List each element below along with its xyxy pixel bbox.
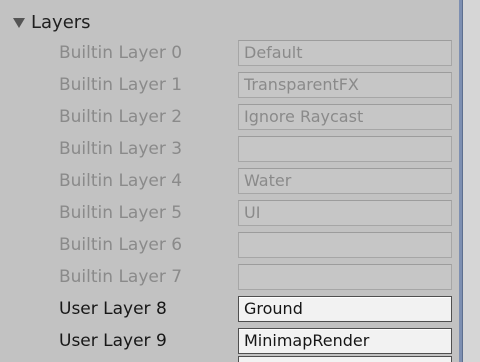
layer-label: Builtin Layer 3 — [59, 139, 183, 159]
layer-name-field: Ignore Raycast — [238, 104, 452, 130]
layer-name-field: TransparentFX — [238, 72, 452, 98]
layer-row-builtin-2: Builtin Layer 2 Ignore Raycast — [0, 102, 462, 134]
layer-name-field: Water — [238, 168, 452, 194]
layer-row-builtin-1: Builtin Layer 1 TransparentFX — [0, 70, 462, 102]
layer-row-builtin-4: Builtin Layer 4 Water — [0, 166, 462, 198]
layer-label: Builtin Layer 7 — [59, 267, 183, 287]
layer-label: Builtin Layer 5 — [59, 203, 183, 223]
layer-row-user-9: User Layer 9 MinimapRender — [0, 326, 462, 358]
layer-label: Builtin Layer 0 — [59, 43, 183, 63]
layer-row-builtin-5: Builtin Layer 5 UI — [0, 198, 462, 230]
layer-label: User Layer 8 — [59, 299, 167, 319]
layer-name-field — [238, 264, 452, 290]
layer-label: Builtin Layer 4 — [59, 171, 183, 191]
layer-name-field: Default — [238, 40, 452, 66]
layer-label: Builtin Layer 6 — [59, 235, 183, 255]
next-layer-field-partial[interactable] — [238, 356, 452, 362]
layer-row-builtin-3: Builtin Layer 3 — [0, 134, 462, 166]
layer-label: Builtin Layer 2 — [59, 107, 183, 127]
layer-name-field[interactable]: Ground — [238, 296, 452, 322]
layers-panel: Layers Builtin Layer 0 Default Builtin L… — [0, 0, 462, 362]
layer-row-builtin-0: Builtin Layer 0 Default — [0, 38, 462, 70]
layer-name-field — [238, 232, 452, 258]
layers-list: Builtin Layer 0 Default Builtin Layer 1 … — [0, 38, 462, 358]
layer-label: User Layer 9 — [59, 331, 167, 351]
layer-row-user-8: User Layer 8 Ground — [0, 294, 462, 326]
layers-foldout-header[interactable]: Layers — [0, 8, 91, 36]
layer-label: Builtin Layer 1 — [59, 75, 183, 95]
layers-section-title: Layers — [31, 11, 91, 33]
vertical-scrollbar[interactable] — [462, 0, 480, 362]
layer-name-field[interactable]: MinimapRender — [238, 328, 452, 354]
layer-row-builtin-7: Builtin Layer 7 — [0, 262, 462, 294]
layer-name-field: UI — [238, 200, 452, 226]
layer-row-builtin-6: Builtin Layer 6 — [0, 230, 462, 262]
layer-name-field — [238, 136, 452, 162]
foldout-triangle-icon[interactable] — [13, 18, 25, 28]
